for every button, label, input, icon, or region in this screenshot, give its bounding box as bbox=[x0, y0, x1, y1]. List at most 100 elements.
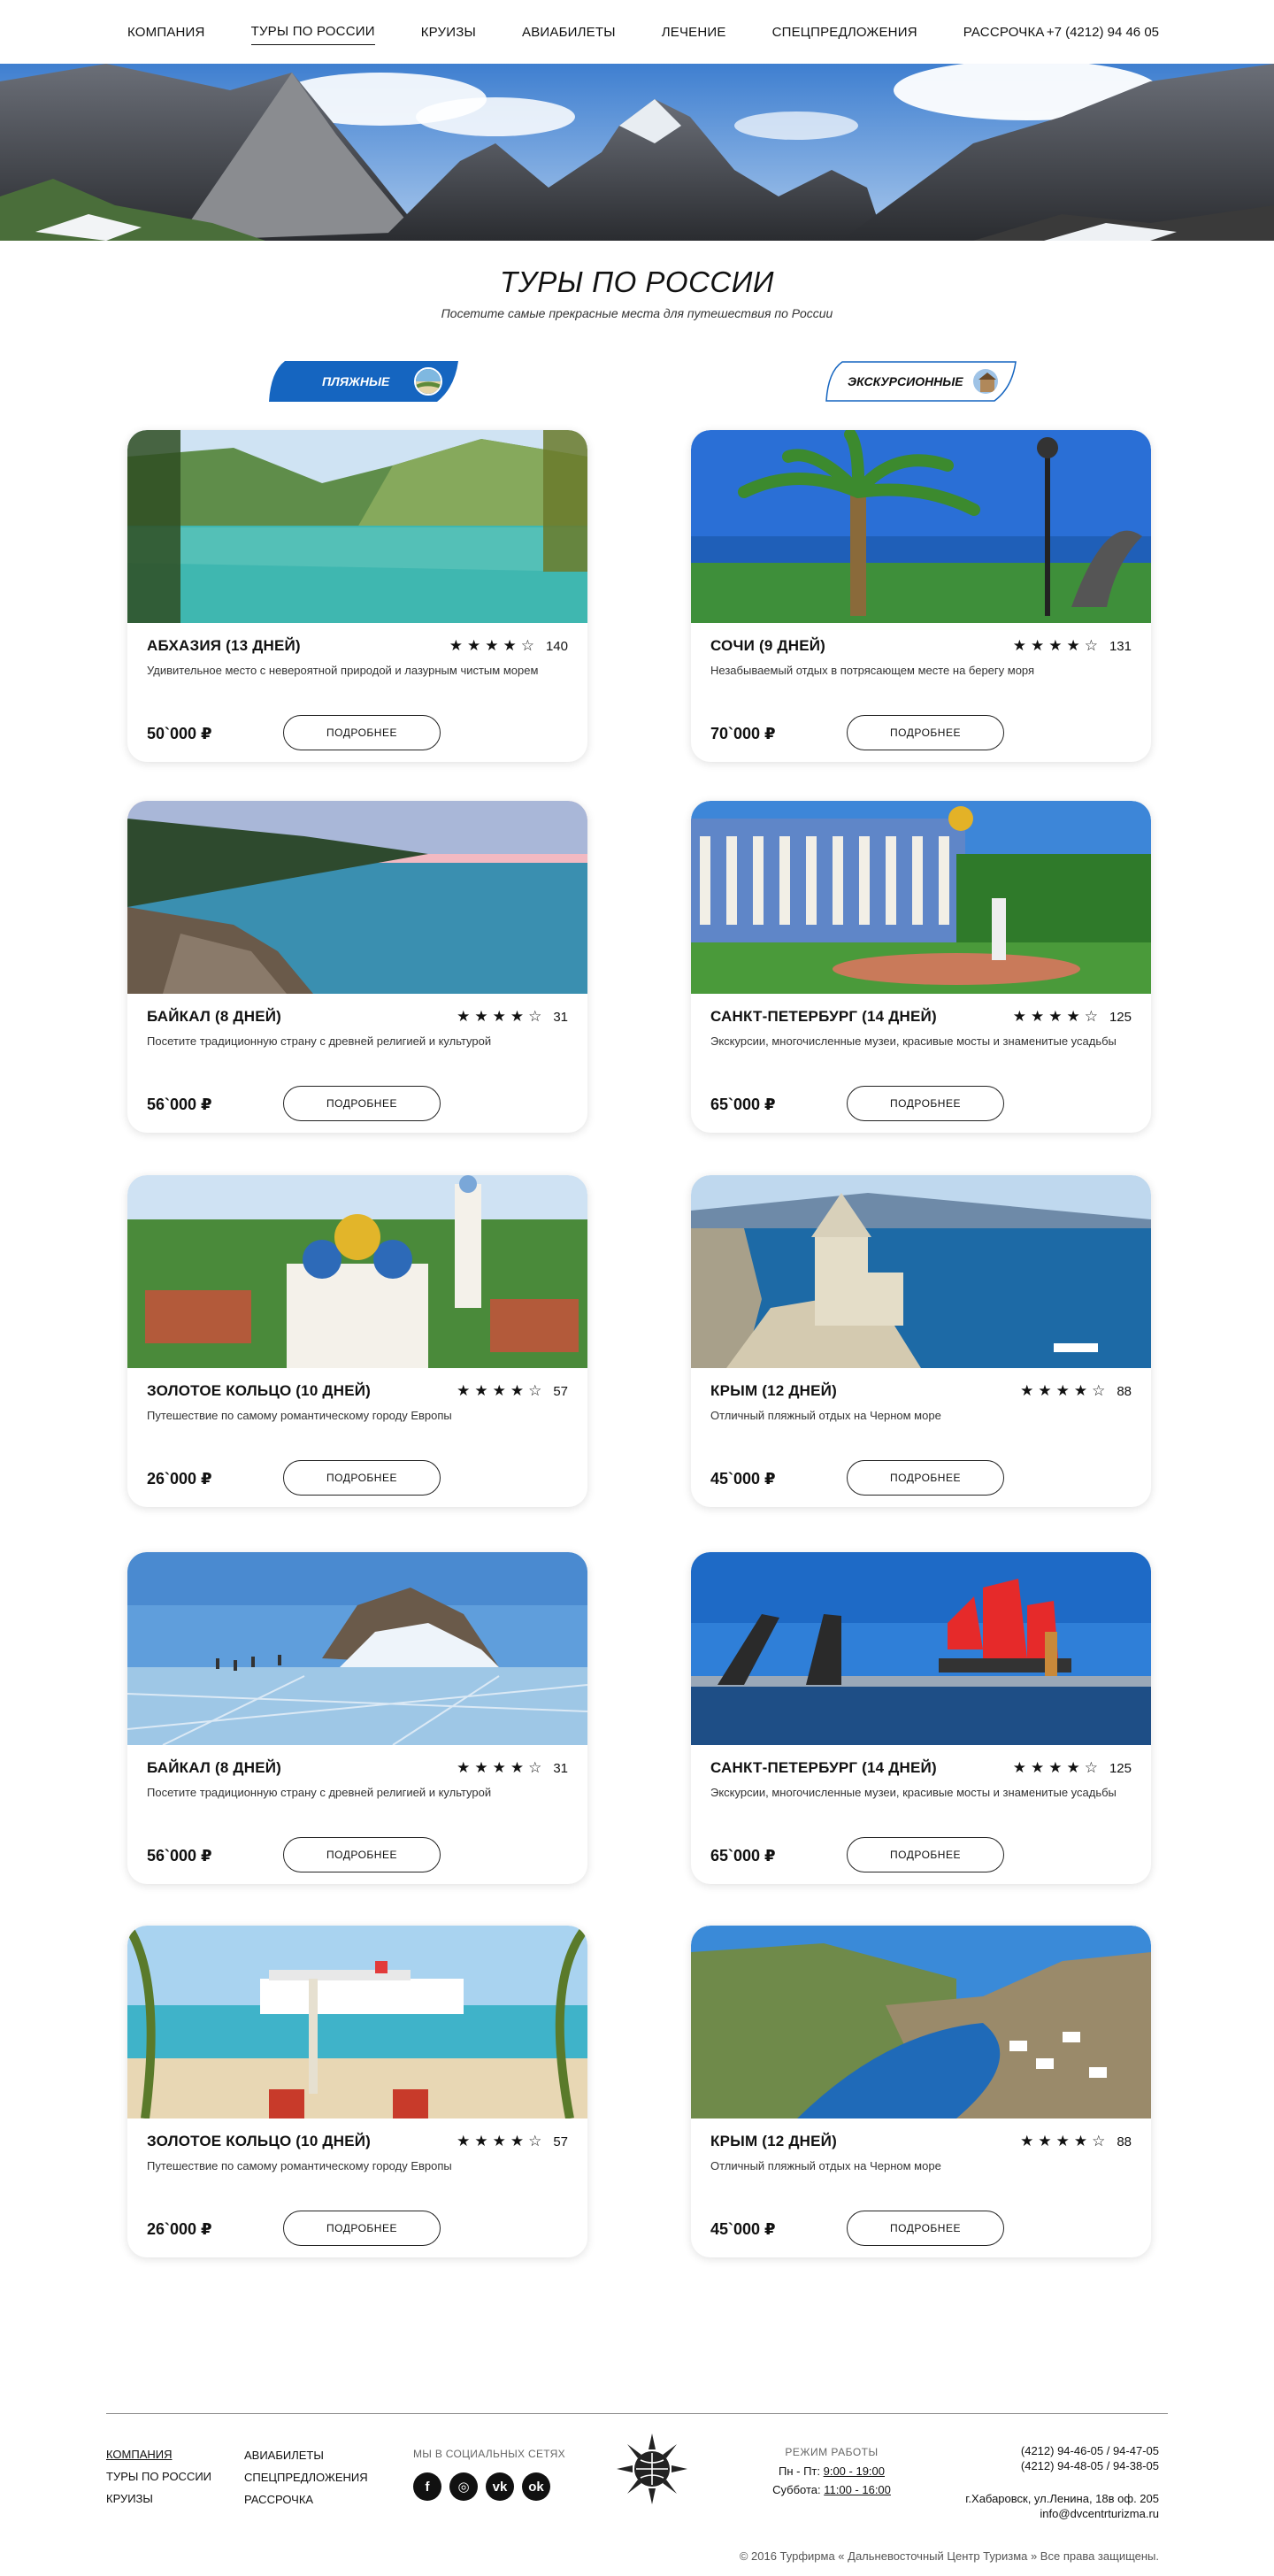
social-title: МЫ В СОЦИАЛЬНЫХ СЕТЯХ bbox=[413, 2448, 565, 2460]
odnoklassniki-icon[interactable]: ok bbox=[522, 2472, 550, 2501]
nav-item-1[interactable]: ТУРЫ ПО РОССИИ bbox=[250, 19, 375, 45]
tour-image[interactable] bbox=[691, 1552, 1151, 1745]
nav-item-6[interactable]: РАССРОЧКА bbox=[963, 19, 1045, 45]
footer-link-company[interactable]: КОМПАНИЯ bbox=[106, 2443, 211, 2465]
tour-card[interactable]: КРЫМ (12 ДНЕЙ) ★★★★☆ 88 Отличный пляжный от… bbox=[691, 1175, 1151, 1507]
rating-stars-icon: ★★★★☆ bbox=[457, 1008, 547, 1025]
tour-rating: ★★★★☆ 31 bbox=[457, 1008, 568, 1026]
filter-beach-button[interactable]: ПЛЯЖНЫЕ bbox=[267, 361, 460, 402]
tour-image[interactable] bbox=[127, 1552, 587, 1745]
page-title: ТУРЫ ПО РОССИИ bbox=[500, 265, 774, 298]
instagram-icon[interactable]: ◎ bbox=[449, 2472, 478, 2501]
rating-stars-icon: ★★★★☆ bbox=[1020, 2133, 1110, 2149]
hours-saturday: Суббота: 11:00 - 16:00 bbox=[772, 2483, 891, 2496]
tour-rating: ★★★★☆ 131 bbox=[1013, 637, 1132, 655]
rating-stars-icon: ★★★★☆ bbox=[457, 1759, 547, 1776]
tour-image[interactable] bbox=[127, 1926, 587, 2118]
nav-menu: КОМПАНИЯ ТУРЫ ПО РОССИИ КРУИЗЫ АВИАБИЛЕТЫ ЛЕ… bbox=[127, 19, 1091, 45]
tour-price: 45`000 ₽ bbox=[710, 1470, 776, 1488]
tour-card[interactable]: СОЧИ (9 ДНЕЙ) ★★★★☆ 131 Незабываемый отдых … bbox=[691, 430, 1151, 762]
review-count: 140 bbox=[545, 638, 568, 654]
tour-card[interactable]: САНКТ-ПЕТЕРБУРГ (14 ДНЕЙ) ★★★★☆ 125 Экскурс… bbox=[691, 1552, 1151, 1884]
filter-excursion-button[interactable]: ЭКСКУРСИОННЫЕ bbox=[825, 361, 1017, 402]
nav-item-3[interactable]: АВИАБИЛЕТЫ bbox=[522, 19, 616, 45]
tour-title: АБХАЗИЯ (13 ДНЕЙ) bbox=[147, 637, 301, 654]
tour-description: Посетите традиционную страну с древней р… bbox=[147, 1786, 492, 1799]
tour-card[interactable]: ЗОЛОТОЕ КОЛЬЦО (10 ДНЕЙ) ★★★★☆ 57 Путешеств… bbox=[127, 1926, 587, 2257]
tour-description: Отличный пляжный отдых на Черном море bbox=[710, 2159, 941, 2172]
tour-card[interactable]: КРЫМ (12 ДНЕЙ) ★★★★☆ 88 Отличный пляжный от… bbox=[691, 1926, 1151, 2257]
details-button[interactable]: ПОДРОБНЕЕ bbox=[283, 1837, 441, 1872]
tour-description: Удивительное место с невероятной природо… bbox=[147, 664, 539, 677]
footer-social: МЫ В СОЦИАЛЬНЫХ СЕТЯХ f ◎ vk ok bbox=[413, 2443, 565, 2501]
details-button[interactable]: ПОДРОБНЕЕ bbox=[847, 1837, 1004, 1872]
details-button[interactable]: ПОДРОБНЕЕ bbox=[283, 1086, 441, 1121]
tour-price: 45`000 ₽ bbox=[710, 2220, 776, 2238]
footer-link-installment[interactable]: РАССРОЧКА bbox=[244, 2488, 368, 2511]
tour-description: Экскурсии, многочисленные музеи, красивы… bbox=[710, 1786, 1117, 1799]
details-button[interactable]: ПОДРОБНЕЕ bbox=[283, 1460, 441, 1496]
tour-title: КРЫМ (12 ДНЕЙ) bbox=[710, 1382, 837, 1399]
top-navigation: КОМПАНИЯ ТУРЫ ПО РОССИИ КРУИЗЫ АВИАБИЛЕТЫ ЛЕ… bbox=[0, 0, 1274, 64]
rating-stars-icon: ★★★★☆ bbox=[1012, 637, 1102, 654]
footer-link-tours[interactable]: ТУРЫ ПО РОССИИ bbox=[106, 2465, 211, 2488]
nav-item-2[interactable]: КРУИЗЫ bbox=[421, 19, 476, 45]
tour-card[interactable]: АБХАЗИЯ (13 ДНЕЙ) ★★★★☆ 140 Удивительное ме… bbox=[127, 430, 587, 762]
rating-stars-icon: ★★★★☆ bbox=[457, 1382, 547, 1399]
tour-image[interactable] bbox=[691, 1175, 1151, 1368]
tour-price: 65`000 ₽ bbox=[710, 1096, 776, 1113]
tour-image[interactable] bbox=[127, 801, 587, 994]
review-count: 31 bbox=[553, 1009, 568, 1025]
footer-phone-1[interactable]: (4212) 94-46-05 / 94-47-05 bbox=[965, 2443, 1159, 2458]
tour-card[interactable]: БАЙКАЛ (8 ДНЕЙ) ★★★★☆ 31 Посетите традицион… bbox=[127, 1552, 587, 1884]
details-button[interactable]: ПОДРОБНЕЕ bbox=[847, 1086, 1004, 1121]
nav-item-0[interactable]: КОМПАНИЯ bbox=[127, 19, 205, 45]
tour-image[interactable] bbox=[127, 1175, 587, 1368]
vk-icon[interactable]: vk bbox=[486, 2472, 514, 2501]
tour-rating: ★★★★☆ 125 bbox=[1013, 1008, 1132, 1026]
tour-rating: ★★★★☆ 125 bbox=[1013, 1759, 1132, 1777]
tour-title: КРЫМ (12 ДНЕЙ) bbox=[710, 2133, 837, 2149]
rating-stars-icon: ★★★★☆ bbox=[449, 637, 539, 654]
copyright: © 2016 Турфирма « Дальневосточный Центр … bbox=[739, 2549, 1159, 2563]
tour-title: САНКТ-ПЕТЕРБУРГ (14 ДНЕЙ) bbox=[710, 1008, 937, 1025]
beach-thumb-icon bbox=[414, 367, 442, 396]
footer-phone-2[interactable]: (4212) 94-48-05 / 94-38-05 bbox=[965, 2458, 1159, 2473]
tour-card[interactable]: ЗОЛОТОЕ КОЛЬЦО (10 ДНЕЙ) ★★★★☆ 57 Путешеств… bbox=[127, 1175, 587, 1507]
rating-stars-icon: ★★★★☆ bbox=[1020, 1382, 1110, 1399]
details-button[interactable]: ПОДРОБНЕЕ bbox=[283, 715, 441, 750]
nav-item-5[interactable]: СПЕЦПРЕДЛОЖЕНИЯ bbox=[772, 19, 917, 45]
footer-address: г.Хабаровск, ул.Ленина, 18в оф. 205 bbox=[965, 2492, 1159, 2505]
details-button[interactable]: ПОДРОБНЕЕ bbox=[847, 715, 1004, 750]
tour-description: Отличный пляжный отдых на Черном море bbox=[710, 1409, 941, 1422]
footer-link-special[interactable]: СПЕЦПРЕДЛОЖЕНИЯ bbox=[244, 2466, 368, 2488]
details-button[interactable]: ПОДРОБНЕЕ bbox=[847, 1460, 1004, 1496]
tour-filters: ПЛЯЖНЫЕ ЭКСКУРСИОННЫЕ bbox=[0, 361, 1274, 411]
excursion-thumb-icon bbox=[971, 367, 1000, 396]
tour-image[interactable] bbox=[127, 430, 587, 623]
facebook-icon[interactable]: f bbox=[413, 2472, 441, 2501]
tour-image[interactable] bbox=[691, 1926, 1151, 2118]
tour-image[interactable] bbox=[691, 430, 1151, 623]
globe-logo-icon bbox=[617, 2434, 687, 2504]
tour-image[interactable] bbox=[691, 801, 1151, 994]
tour-description: Путешествие по самому романтическому гор… bbox=[147, 1409, 452, 1422]
details-button[interactable]: ПОДРОБНЕЕ bbox=[847, 2211, 1004, 2246]
footer-link-flights[interactable]: АВИАБИЛЕТЫ bbox=[244, 2444, 368, 2466]
hero-mountains-banner bbox=[0, 64, 1274, 241]
review-count: 57 bbox=[553, 1383, 568, 1399]
company-logo[interactable] bbox=[615, 2432, 689, 2509]
nav-item-4[interactable]: ЛЕЧЕНИЕ bbox=[662, 19, 726, 45]
footer-divider bbox=[106, 2413, 1168, 2414]
footer-email[interactable]: info@dvcentrturizma.ru bbox=[965, 2506, 1159, 2521]
tour-card[interactable]: БАЙКАЛ (8 ДНЕЙ) ★★★★☆ 31 Посетите традицион… bbox=[127, 801, 587, 1133]
tour-description: Путешествие по самому романтическому гор… bbox=[147, 2159, 452, 2172]
tours-grid: АБХАЗИЯ (13 ДНЕЙ) ★★★★☆ 140 Удивительное ме… bbox=[0, 430, 1274, 2257]
footer-link-cruises[interactable]: КРУИЗЫ bbox=[106, 2488, 211, 2510]
tour-card[interactable]: САНКТ-ПЕТЕРБУРГ (14 ДНЕЙ) ★★★★☆ 125 Экскурс… bbox=[691, 801, 1151, 1133]
review-count: 88 bbox=[1117, 2134, 1132, 2149]
header-phone[interactable]: +7 (4212) 94 46 05 bbox=[1047, 25, 1159, 40]
review-count: 125 bbox=[1109, 1760, 1132, 1776]
details-button[interactable]: ПОДРОБНЕЕ bbox=[283, 2211, 441, 2246]
tour-title: ЗОЛОТОЕ КОЛЬЦО (10 ДНЕЙ) bbox=[147, 1382, 372, 1399]
